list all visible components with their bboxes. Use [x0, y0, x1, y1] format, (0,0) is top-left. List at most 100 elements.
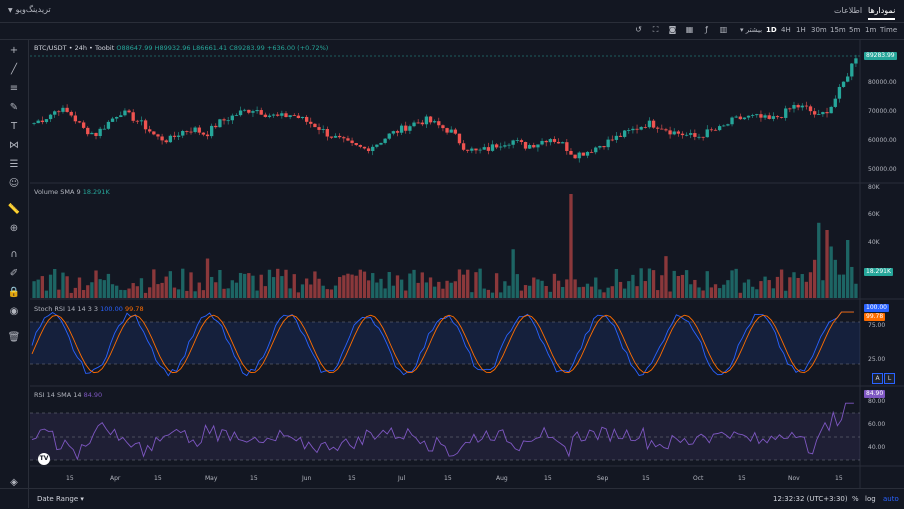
fullscreen-icon[interactable]: ⛶: [651, 25, 660, 34]
volume-bar: [726, 280, 730, 298]
symbol-name[interactable]: BTC/USDT • 24h • Toobit: [34, 44, 114, 52]
volume-bar: [457, 269, 462, 298]
candle-body: [552, 139, 557, 142]
indicators-icon[interactable]: ƒ: [702, 25, 711, 34]
volume-bar: [771, 288, 775, 298]
candle-body: [304, 116, 309, 122]
candles-icon[interactable]: ▥: [719, 25, 728, 34]
volume-bar: [515, 274, 519, 298]
time-axis-label: Oct: [693, 475, 704, 482]
candle-body: [602, 146, 606, 148]
candle-body: [238, 110, 243, 116]
emoji-icon[interactable]: ☺: [7, 177, 21, 191]
stoch-band: [30, 322, 860, 364]
volume-bar: [110, 284, 115, 298]
auto-scale-button[interactable]: A: [872, 373, 883, 384]
volume-bar: [139, 278, 144, 298]
volume-bar: [243, 273, 247, 298]
candle-body: [127, 110, 131, 113]
layout-icon[interactable]: ▦: [685, 25, 694, 34]
tradingview-logo[interactable]: TV: [38, 453, 50, 465]
candle-body: [309, 121, 313, 124]
candle-body: [197, 127, 201, 133]
tab-charts[interactable]: نمودارها: [868, 6, 896, 20]
candle-body: [32, 123, 36, 124]
tf-5m[interactable]: 5m: [849, 26, 860, 34]
volume-bar: [391, 285, 396, 298]
candle-body: [296, 115, 301, 119]
candle-body: [271, 114, 276, 116]
candle-body: [796, 105, 800, 108]
chart-canvas[interactable]: [0, 0, 904, 508]
more-timeframes[interactable]: ▾ بیشتر: [740, 26, 762, 34]
volume-bar: [594, 277, 598, 298]
trendline-icon[interactable]: ╱: [7, 63, 21, 77]
text-icon[interactable]: T: [7, 120, 21, 134]
candle-body: [726, 124, 730, 126]
lock-icon[interactable]: 🔒: [7, 286, 21, 300]
candle-body: [218, 119, 222, 128]
volume-bar: [185, 290, 189, 298]
time-axis-label: Jul: [398, 475, 406, 482]
rsi-band: [30, 413, 860, 460]
trash-icon[interactable]: 🗑: [7, 331, 21, 345]
magnet-icon[interactable]: ∩: [7, 248, 21, 262]
volume-bar: [65, 276, 69, 298]
brush-icon[interactable]: ✎: [7, 101, 21, 115]
candle-body: [338, 135, 342, 138]
eye-icon[interactable]: ◉: [7, 305, 21, 319]
candle-body: [808, 106, 813, 112]
candle-body: [181, 131, 185, 136]
tf-15m[interactable]: 15m: [830, 26, 846, 34]
volume-bar: [804, 281, 809, 298]
candle-body: [383, 138, 387, 143]
volume-bar: [119, 289, 123, 298]
log-toggle[interactable]: log: [865, 495, 876, 503]
candle-body: [329, 136, 334, 138]
date-range-button[interactable]: Date Range ▾: [37, 495, 84, 503]
candle-body: [639, 127, 643, 130]
fib-icon[interactable]: ☰: [7, 158, 21, 172]
volume-bar: [69, 292, 73, 298]
tf-4h[interactable]: 4H: [781, 26, 791, 34]
undo-icon[interactable]: ↺: [634, 25, 643, 34]
candle-body: [391, 131, 396, 134]
tf-1m[interactable]: 1m: [865, 26, 876, 34]
tf-1h[interactable]: 1H: [796, 26, 806, 34]
brand-menu[interactable]: ▼ تریدینگ‌ویو: [8, 5, 51, 14]
candle-body: [647, 120, 652, 128]
candle-body: [379, 142, 383, 145]
time-axis-label: Nov: [788, 475, 800, 482]
candle-body: [437, 121, 441, 126]
volume-bar: [622, 288, 627, 298]
tf-1d[interactable]: 1D: [766, 26, 777, 34]
candle-body: [643, 127, 647, 128]
candle-body: [519, 140, 524, 142]
candle-body: [515, 140, 519, 141]
candle-body: [441, 125, 445, 129]
tab-info[interactable]: اطلاعات: [834, 6, 862, 15]
camera-icon[interactable]: ◙: [668, 25, 677, 34]
horizontal-lines-icon[interactable]: ≡: [7, 82, 21, 96]
zoom-icon[interactable]: ⊕: [7, 222, 21, 236]
candle-body: [53, 111, 57, 115]
draw-mode-icon[interactable]: ✐: [7, 267, 21, 281]
volume-bar: [156, 284, 160, 298]
ruler-icon[interactable]: 📏: [7, 203, 21, 217]
candle-body: [255, 110, 259, 112]
pattern-icon[interactable]: ⋈: [7, 139, 21, 153]
volume-bar: [734, 268, 738, 298]
auto-toggle[interactable]: auto: [883, 495, 899, 503]
volume-bar: [713, 284, 718, 298]
candle-body: [404, 125, 408, 131]
tf-time[interactable]: Time: [880, 26, 897, 34]
ohlc-close: C89283.99: [229, 44, 265, 52]
volume-bar: [730, 270, 734, 298]
percent-toggle[interactable]: %: [852, 495, 859, 503]
time-axis-label: 15: [348, 475, 356, 482]
log-scale-button[interactable]: L: [884, 373, 895, 384]
crosshair-icon[interactable]: +: [7, 44, 21, 58]
clock-display[interactable]: 12:32:32 (UTC+3:30): [773, 495, 848, 503]
tf-30m[interactable]: 30m: [811, 26, 827, 34]
candle-body: [230, 115, 234, 121]
